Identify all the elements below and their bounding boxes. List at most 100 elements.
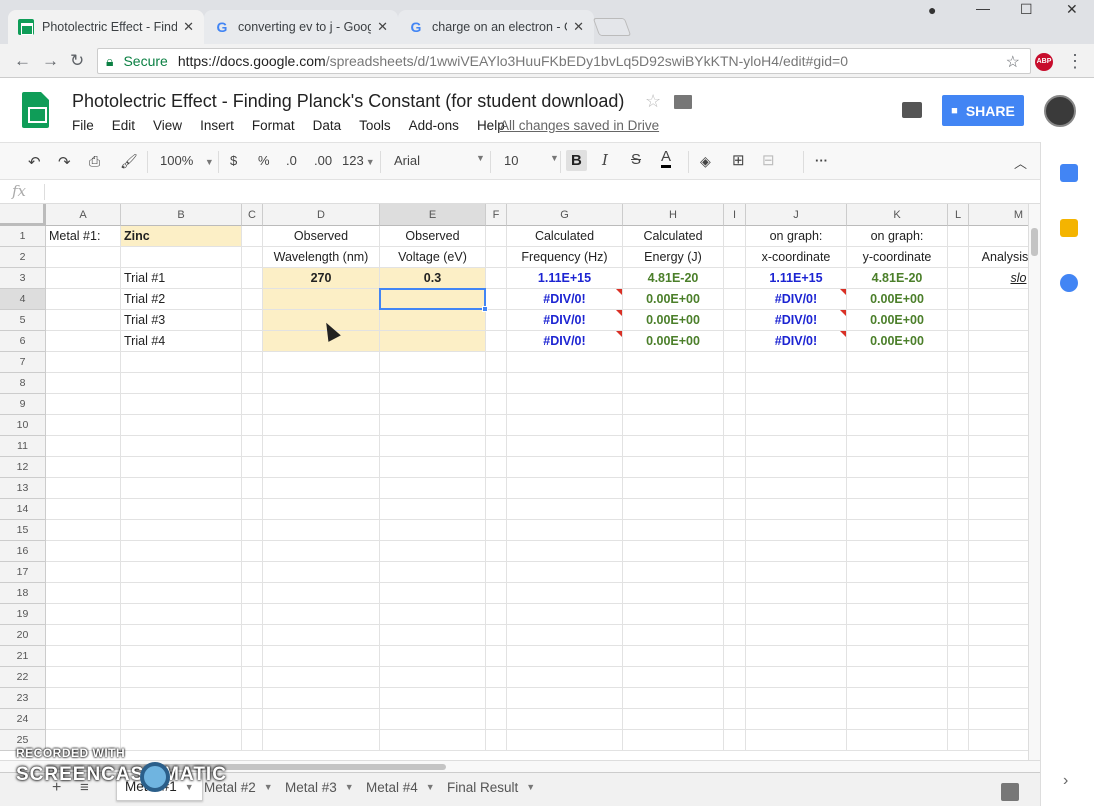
save-status[interactable]: All changes saved in Drive [500,118,659,133]
cell-l6[interactable] [948,331,969,352]
cell-c3[interactable] [242,268,263,289]
cell-k21[interactable] [847,646,948,667]
cell-l21[interactable] [948,646,969,667]
cell-f5[interactable] [486,310,507,331]
cell-k14[interactable] [847,499,948,520]
cell-g1[interactable]: Calculated [507,226,623,247]
cell-h22[interactable] [623,667,724,688]
cell-a20[interactable] [46,625,121,646]
row-header-6[interactable]: 6 [0,331,46,352]
cell-k18[interactable] [847,583,948,604]
bold-button[interactable]: B [566,150,587,171]
cell-e21[interactable] [380,646,486,667]
cell-l11[interactable] [948,436,969,457]
cell-d13[interactable] [263,478,380,499]
cell-k17[interactable] [847,562,948,583]
cell-i11[interactable] [724,436,746,457]
cell-c6[interactable] [242,331,263,352]
cell-j25[interactable] [746,730,847,751]
column-header-f[interactable]: F [486,204,507,226]
close-icon[interactable]: ✕ [377,19,388,35]
cell-i10[interactable] [724,415,746,436]
minimize-icon[interactable]: — [976,0,990,20]
column-header-c[interactable]: C [242,204,263,226]
cell-f19[interactable] [486,604,507,625]
cell-m3[interactable]: slo [969,268,1028,289]
fill-handle[interactable] [482,306,488,312]
cell-l17[interactable] [948,562,969,583]
cell-f14[interactable] [486,499,507,520]
cell-d18[interactable] [263,583,380,604]
cell-f4[interactable] [486,289,507,310]
undo-icon[interactable]: ↶ [28,153,41,171]
vertical-scrollbar[interactable] [1028,204,1040,760]
spreadsheet-grid[interactable]: A B C D E F G H I J K L M 1 Metal #1: Zinc Observed Obser… [0,204,1028,760]
folder-icon[interactable] [674,95,692,109]
cell-g25[interactable] [507,730,623,751]
cell-c24[interactable] [242,709,263,730]
decrease-decimal-button[interactable]: .0 [286,153,297,168]
cell-m5[interactable] [969,310,1028,331]
cell-b14[interactable] [121,499,242,520]
cell-g23[interactable] [507,688,623,709]
cell-c5[interactable] [242,310,263,331]
tasks-icon[interactable] [1060,274,1078,292]
cell-j5[interactable]: #DIV/0! [746,310,847,331]
cell-l12[interactable] [948,457,969,478]
cell-b4[interactable]: Trial #2 [121,289,242,310]
cell-i14[interactable] [724,499,746,520]
cell-a7[interactable] [46,352,121,373]
cell-b11[interactable] [121,436,242,457]
row-header-15[interactable]: 15 [0,520,46,541]
cell-m24[interactable] [969,709,1028,730]
cell-c17[interactable] [242,562,263,583]
cell-f24[interactable] [486,709,507,730]
cell-i9[interactable] [724,394,746,415]
cell-b12[interactable] [121,457,242,478]
row-header-12[interactable]: 12 [0,457,46,478]
cell-e23[interactable] [380,688,486,709]
cell-a1[interactable]: Metal #1: [46,226,121,247]
cell-c25[interactable] [242,730,263,751]
cell-h19[interactable] [623,604,724,625]
cell-d9[interactable] [263,394,380,415]
borders-icon[interactable]: ⊞ [732,151,745,169]
cell-k25[interactable] [847,730,948,751]
calendar-icon[interactable] [1060,164,1078,182]
cell-j16[interactable] [746,541,847,562]
cell-h12[interactable] [623,457,724,478]
cell-b20[interactable] [121,625,242,646]
strikethrough-button[interactable]: S [631,151,641,168]
cell-j8[interactable] [746,373,847,394]
column-header-a[interactable]: A [46,204,121,226]
cell-f21[interactable] [486,646,507,667]
cell-k4[interactable]: 0.00E+00 [847,289,948,310]
cell-f9[interactable] [486,394,507,415]
cell-c11[interactable] [242,436,263,457]
row-header-13[interactable]: 13 [0,478,46,499]
cell-f11[interactable] [486,436,507,457]
cell-l7[interactable] [948,352,969,373]
redo-icon[interactable]: ↷ [58,153,71,171]
cell-g14[interactable] [507,499,623,520]
cell-e19[interactable] [380,604,486,625]
cell-a22[interactable] [46,667,121,688]
cell-a3[interactable] [46,268,121,289]
cell-h16[interactable] [623,541,724,562]
cell-d15[interactable] [263,520,380,541]
cell-i20[interactable] [724,625,746,646]
star-icon[interactable]: ☆ [645,91,661,112]
cell-c12[interactable] [242,457,263,478]
cell-m13[interactable] [969,478,1028,499]
row-header-9[interactable]: 9 [0,394,46,415]
menu-insert[interactable]: Insert [200,118,234,133]
back-icon[interactable]: ← [14,51,31,71]
cell-c15[interactable] [242,520,263,541]
cell-m6[interactable] [969,331,1028,352]
cell-b15[interactable] [121,520,242,541]
cell-l8[interactable] [948,373,969,394]
cell-e2[interactable]: Voltage (eV) [380,247,486,268]
cell-b1[interactable]: Zinc [121,226,242,247]
cell-d17[interactable] [263,562,380,583]
cell-k5[interactable]: 0.00E+00 [847,310,948,331]
